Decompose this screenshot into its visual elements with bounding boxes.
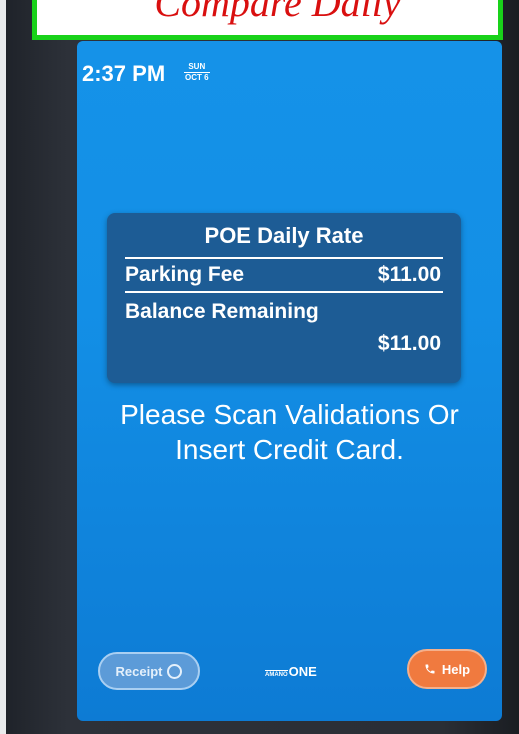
rate-divider-bottom: [125, 291, 443, 293]
help-button-label: Help: [441, 661, 471, 677]
brand-prefix: AMANO: [265, 670, 288, 678]
circle-icon: [167, 663, 183, 679]
status-time: 2:37 PM: [82, 61, 166, 86]
brand-name: ONE: [288, 664, 317, 679]
rate-title: POE Daily Rate: [204, 223, 364, 248]
status-date: SUN OCT 6: [184, 62, 210, 83]
phone-icon: [424, 663, 436, 675]
amano-one-logo: AMANO ONE: [265, 664, 317, 679]
balance-label: Balance Remaining: [125, 300, 319, 323]
annotation-frame: Compare Daily: [32, 0, 503, 40]
prompt-line-1: Please Scan Validations Or: [120, 399, 459, 430]
status-month-day: OCT 6: [185, 73, 209, 82]
help-button[interactable]: Help: [407, 649, 487, 689]
prompt-line-2: Insert Credit Card.: [175, 434, 404, 465]
parking-fee-value: $11.00: [377, 263, 441, 286]
annotation-text: Compare Daily: [154, 0, 401, 25]
rate-divider-top: [125, 257, 443, 259]
kiosk-screen: 2:37 PM SUN OCT 6 POE Daily Rate Parking…: [77, 41, 502, 721]
balance-value: $11.00: [377, 332, 441, 355]
parking-fee-label: Parking Fee: [125, 263, 245, 286]
payment-prompt: Please Scan Validations Or Insert Credit…: [77, 397, 502, 467]
receipt-button[interactable]: Receipt: [98, 652, 200, 690]
status-day: SUN: [184, 62, 210, 73]
receipt-button-label: Receipt: [115, 663, 163, 679]
rate-card: POE Daily Rate Parking Fee $11.00 Balanc…: [107, 213, 461, 383]
